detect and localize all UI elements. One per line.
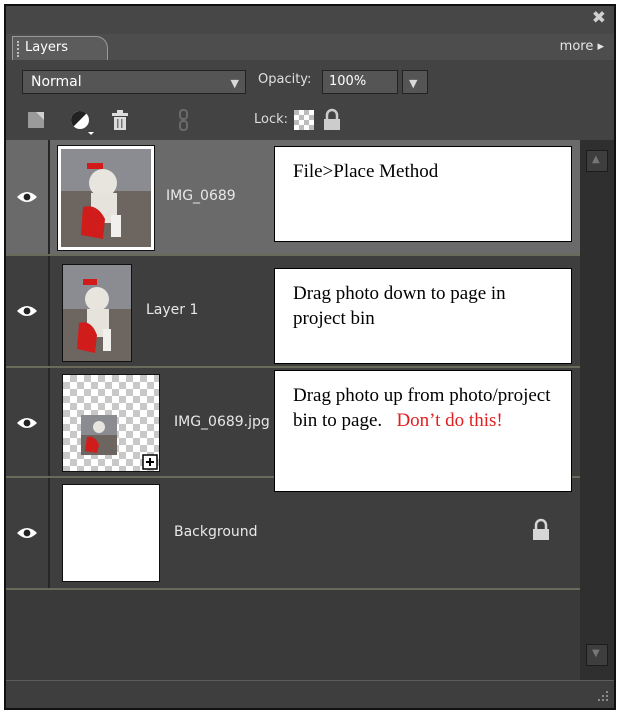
callout-note: Drag photo up from photo/project bin to … — [274, 370, 572, 492]
chevron-down-icon: ▼ — [230, 77, 239, 90]
trash-icon — [112, 110, 128, 130]
adjustment-layer-icon — [71, 111, 94, 135]
layers-panel: ✖ Layers more ▸ Normal ▼ Opacity: 100% ▼ — [4, 4, 616, 710]
layer-row-img-0689[interactable]: IMG_0689 File>Place Method — [6, 140, 580, 256]
vertical-scrollbar[interactable]: ▲ ▼ — [580, 140, 614, 680]
layer-visibility-toggle[interactable] — [6, 140, 50, 254]
callout-text: File>Place Method — [293, 161, 439, 182]
link-icon — [179, 109, 188, 131]
layer-thumbnail — [57, 145, 155, 251]
lock-transparency-icon — [294, 110, 314, 130]
layer-name[interactable]: IMG_0689.jpg — [174, 414, 270, 430]
eye-icon — [17, 528, 37, 538]
layer-name[interactable]: IMG_0689 — [166, 188, 236, 204]
opacity-input[interactable]: 100% — [322, 70, 398, 94]
layer-options-bar: Normal ▼ Opacity: 100% ▼ Lock: — [6, 60, 614, 140]
blend-mode-value: Normal — [31, 74, 82, 90]
white-thumbnail-icon — [62, 484, 160, 582]
adjustment-layer-button[interactable] — [68, 108, 94, 135]
chevron-down-icon: ▼ — [409, 77, 418, 90]
tab-layers[interactable]: Layers — [12, 36, 108, 60]
chevron-down-icon: ▼ — [592, 648, 600, 659]
delete-layer-button[interactable] — [108, 108, 132, 132]
blend-mode-select[interactable]: Normal ▼ — [22, 70, 246, 94]
chevron-up-icon: ▲ — [592, 154, 600, 165]
eye-icon — [17, 192, 37, 202]
photo-thumbnail-icon — [61, 149, 151, 247]
callout-note: Drag photo down to page in project bin — [274, 268, 572, 364]
opacity-dropdown-button[interactable]: ▼ — [402, 70, 428, 94]
layer-name[interactable]: Background — [174, 524, 258, 540]
callout-note: File>Place Method — [274, 146, 572, 242]
eye-icon — [17, 306, 37, 316]
layers-list: IMG_0689 File>Place Method Layer 1 Drag … — [6, 140, 580, 680]
close-icon[interactable]: ✖ — [592, 8, 606, 28]
scroll-up-button[interactable]: ▲ — [586, 150, 608, 172]
eye-icon — [17, 418, 37, 428]
opacity-label: Opacity: — [258, 72, 312, 87]
callout-text: Drag photo down to page in project bin — [293, 283, 506, 329]
layer-visibility-toggle[interactable] — [6, 368, 50, 476]
smart-object-thumbnail-icon — [81, 415, 158, 470]
new-layer-button[interactable] — [24, 108, 48, 132]
panel-tab-row: Layers more ▸ — [6, 34, 614, 60]
layer-row-layer-1[interactable]: Layer 1 Drag photo down to page in proje… — [6, 256, 580, 368]
new-layer-icon — [28, 112, 44, 128]
drag-grip-icon[interactable] — [17, 41, 22, 57]
callout-warning: Don’t do this! — [386, 410, 503, 431]
link-layers-button[interactable] — [172, 108, 196, 132]
panel-status-bar — [6, 680, 614, 708]
layer-thumbnail — [62, 374, 160, 472]
scroll-down-button[interactable]: ▼ — [586, 644, 608, 666]
panel-title-bar[interactable]: ✖ — [6, 6, 614, 34]
padlock-icon — [324, 108, 340, 130]
lock-transparency-button[interactable] — [292, 108, 316, 132]
lock-label: Lock: — [254, 112, 289, 127]
layer-row-background[interactable]: Background — [6, 478, 580, 590]
layer-visibility-toggle[interactable] — [6, 256, 50, 366]
more-menu-button[interactable]: more ▸ — [560, 39, 604, 54]
tab-layers-label: Layers — [25, 40, 69, 55]
layer-thumbnail — [62, 264, 132, 362]
layer-name[interactable]: Layer 1 — [146, 302, 198, 318]
lock-all-button[interactable] — [320, 108, 344, 132]
layer-visibility-toggle[interactable] — [6, 478, 50, 588]
padlock-icon — [533, 518, 549, 540]
photo-thumbnail-icon — [63, 265, 131, 361]
layer-row-img-0689-jpg[interactable]: IMG_0689.jpg Drag photo up from photo/pr… — [6, 368, 580, 492]
resize-grip-icon[interactable] — [594, 689, 610, 705]
